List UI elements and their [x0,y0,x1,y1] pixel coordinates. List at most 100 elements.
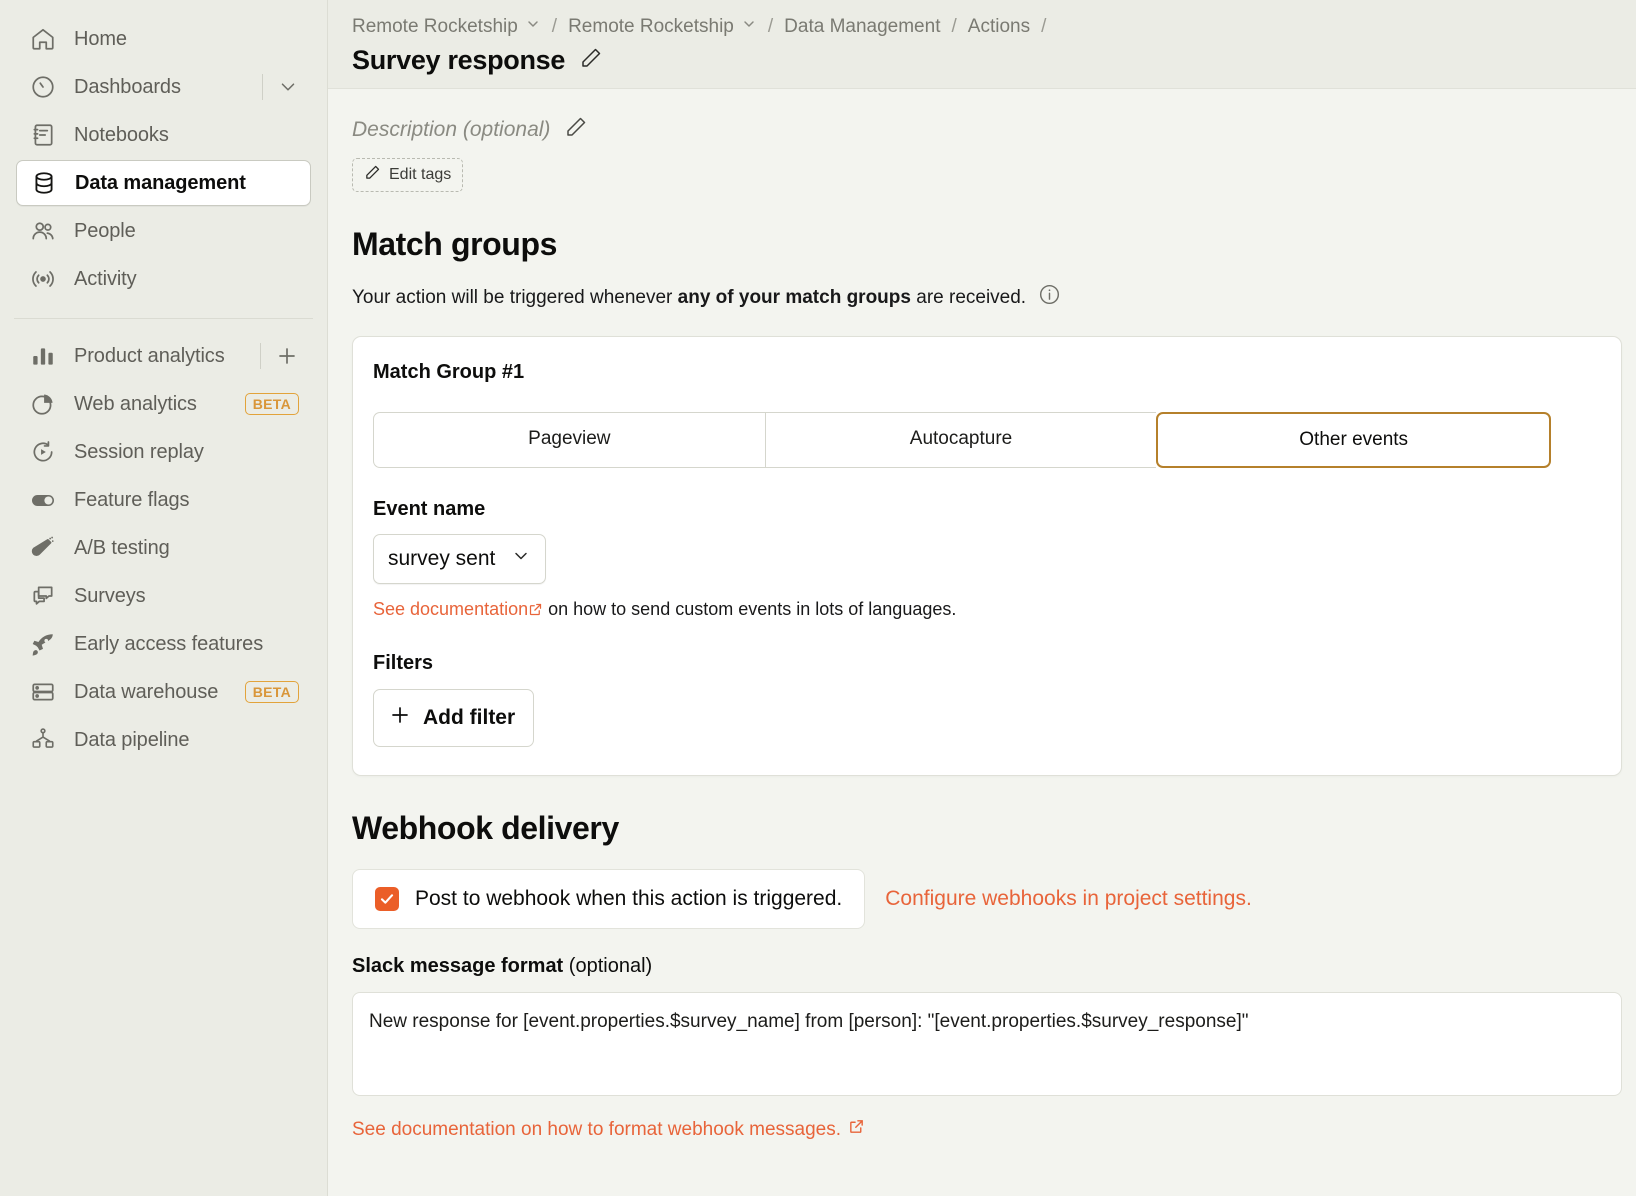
breadcrumb: Remote Rocketship / Remote Rocketship / … [352,16,1612,38]
event-type-tabs: Pageview Autocapture Other events [373,412,1552,468]
sidebar-item-label: A/B testing [74,536,170,559]
breadcrumb-item-organization[interactable]: Remote Rocketship [352,16,541,38]
sidebar-item-data-warehouse[interactable]: Data warehouse BETA [16,669,311,715]
match-groups-subtitle-text: Your action will be triggered whenever a… [352,287,1026,309]
tab-pageview[interactable]: Pageview [373,412,765,468]
chevron-down-icon[interactable] [525,16,541,38]
breadcrumb-label: Remote Rocketship [568,16,734,37]
sidebar-item-data-management[interactable]: Data management [16,160,311,206]
hint-text: on how to send custom events in lots of … [543,599,957,619]
sidebar-item-label: Early access features [74,632,264,655]
match-group-card: Match Group #1 Pageview Autocapture Othe… [352,336,1622,776]
sidebar-item-label: Activity [74,267,137,290]
post-to-webhook-label: Post to webhook when this action is trig… [415,887,843,910]
webhook-delivery-heading: Webhook delivery [352,810,619,846]
sidebar-item-label: Home [74,27,127,50]
tab-autocapture[interactable]: Autocapture [764,412,1157,468]
sidebar-item-label: Web analytics [74,392,197,415]
sidebar-item-early-access-features[interactable]: Early access features [16,621,311,667]
description-placeholder[interactable]: Description (optional) [352,118,550,142]
add-filter-button[interactable]: Add filter [373,689,535,747]
sidebar-item-web-analytics[interactable]: Web analytics BETA [16,381,311,427]
breadcrumb-item-project[interactable]: Remote Rocketship [568,16,757,38]
event-name-select[interactable]: survey sent [373,534,547,584]
breadcrumb-label: Data Management [784,16,941,37]
webhook-docs-link[interactable]: See documentation on how to format webho… [352,1118,865,1141]
slack-message-input[interactable]: New response for [event.properties.$surv… [352,992,1622,1096]
chevron-down-icon[interactable] [741,16,757,38]
toggle-icon [28,485,58,515]
sidebar-item-people[interactable]: People [16,208,311,254]
chevron-down-icon[interactable] [262,74,299,100]
breadcrumb-item-data-management[interactable]: Data Management [784,16,940,38]
add-filter-label: Add filter [423,706,516,729]
sidebar-item-surveys[interactable]: Surveys [16,573,311,619]
webhook-checkbox-row: Post to webhook when this action is trig… [352,869,1612,929]
match-groups-heading: Match groups [352,226,557,262]
sidebar-item-label: Notebooks [74,123,169,146]
see-documentation-link[interactable]: See documentation [373,599,528,619]
tab-other-events[interactable]: Other events [1156,412,1552,468]
event-name-label: Event name [373,498,486,520]
sidebar-item-label: Data management [75,171,246,194]
sidebar: Home Dashboards Notebooks Data managemen… [0,0,328,1196]
sidebar-item-notebooks[interactable]: Notebooks [16,112,311,158]
sidebar-item-label: Data warehouse [74,680,219,703]
home-icon [28,24,58,54]
pencil-icon[interactable] [564,115,588,144]
sidebar-divider [14,318,313,319]
edit-tags-label: Edit tags [389,166,452,183]
pencil-icon[interactable] [579,46,603,75]
edit-tags-button[interactable]: Edit tags [352,158,464,192]
sidebar-item-ab-testing[interactable]: A/B testing [16,525,311,571]
sidebar-item-home[interactable]: Home [16,16,311,62]
slack-label-bold: Slack message format [352,955,564,977]
top-bar: Remote Rocketship / Remote Rocketship / … [328,0,1636,89]
external-link-icon [848,1118,865,1141]
sidebar-item-dashboards[interactable]: Dashboards [16,64,311,110]
breadcrumb-label: Actions [967,16,1031,37]
sidebar-item-label: Feature flags [74,488,190,511]
pie-chart-icon [28,389,58,419]
sidebar-item-session-replay[interactable]: Session replay [16,429,311,475]
replay-icon [28,437,58,467]
slack-message-format-label: Slack message format (optional) [352,955,1612,978]
rocket-icon [28,629,58,659]
plus-icon[interactable] [260,343,299,369]
match-groups-subtitle: Your action will be triggered whenever a… [352,283,1612,312]
event-docs-hint: See documentation on how to send custom … [373,599,1601,622]
external-link-icon[interactable] [528,601,543,622]
sidebar-item-label: Surveys [74,584,146,607]
filters-label: Filters [373,652,434,674]
chevron-down-icon [511,546,531,572]
breadcrumb-separator: / [951,16,957,37]
sidebar-item-label: People [74,219,136,242]
sidebar-item-product-analytics[interactable]: Product analytics [16,333,311,379]
configure-webhooks-link[interactable]: Configure webhooks in project settings. [885,887,1252,911]
page-title-row: Survey response [352,45,1612,76]
sidebar-item-feature-flags[interactable]: Feature flags [16,477,311,523]
info-icon[interactable] [1038,283,1061,312]
plus-icon [388,703,412,733]
beta-badge: BETA [244,393,299,415]
event-name-value: survey sent [388,547,496,570]
pencil-icon [364,164,381,186]
beta-badge: BETA [244,681,299,703]
post-to-webhook-checkbox[interactable]: Post to webhook when this action is trig… [352,869,866,929]
description-row: Description (optional) [352,115,1612,144]
flask-icon [28,533,58,563]
sidebar-item-label: Data pipeline [74,728,190,751]
checkmark-icon [375,887,399,911]
sidebar-item-label: Product analytics [74,344,225,367]
slack-label-optional: (optional) [563,955,653,977]
sidebar-item-data-pipeline[interactable]: Data pipeline [16,717,311,763]
breadcrumb-item-actions[interactable]: Actions [968,16,1030,38]
app-root: Home Dashboards Notebooks Data managemen… [0,0,1636,1196]
breadcrumb-separator-trailing: / [1041,16,1047,37]
page-body: Description (optional) Edit tags Match g… [328,89,1636,1141]
notebooks-icon [28,120,58,150]
bar-chart-icon [28,341,58,371]
sidebar-item-activity[interactable]: Activity [16,256,311,302]
activity-icon [28,264,58,294]
page-title: Survey response [352,45,566,75]
